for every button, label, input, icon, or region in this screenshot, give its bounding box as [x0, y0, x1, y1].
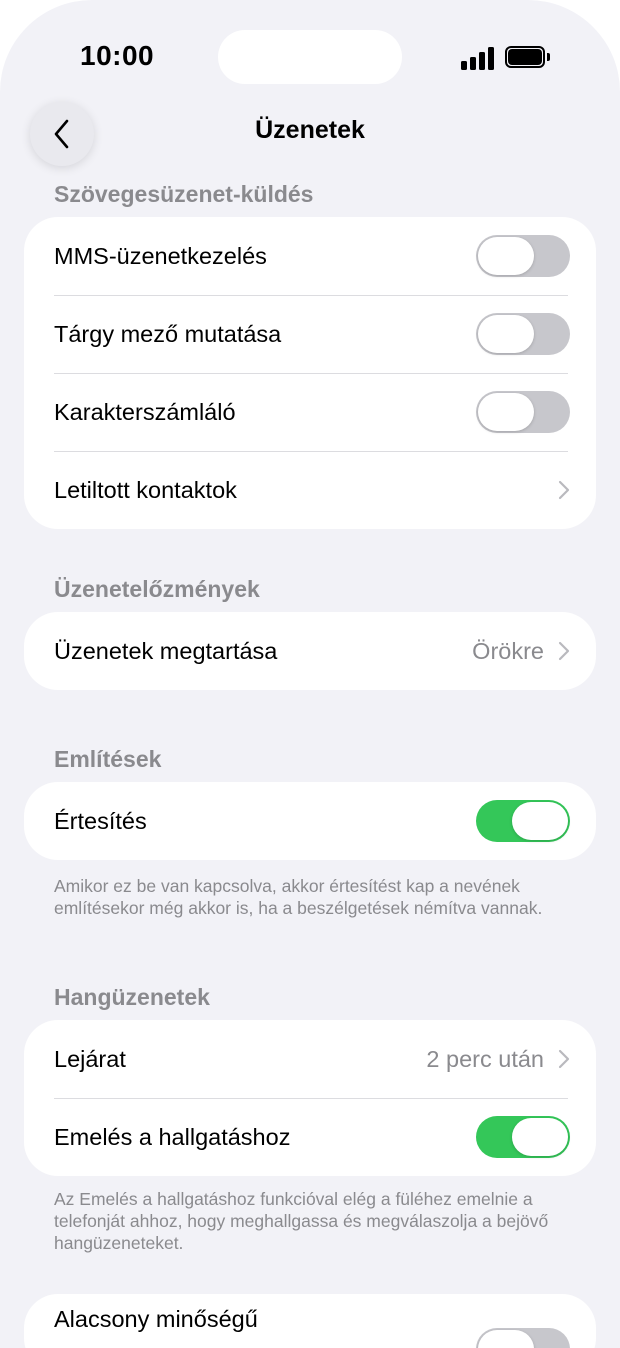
- raise-to-listen-toggle[interactable]: [476, 1116, 570, 1158]
- section-header-text-messaging: Szövegesüzenet-küldés: [54, 181, 314, 207]
- row-label: Értesítés: [54, 807, 147, 834]
- subject-field-toggle[interactable]: [476, 313, 570, 355]
- row-label: Alacsony minőségű: [54, 1306, 258, 1332]
- cellular-signal-icon: [461, 46, 495, 70]
- mms-toggle[interactable]: [476, 235, 570, 277]
- settings-group-text-messaging: MMS-üzenetkezelés Tárgy mező mutatása Ka…: [24, 217, 596, 529]
- chevron-right-icon: [558, 1049, 570, 1069]
- settings-group-mentions: Értesítés: [24, 782, 596, 860]
- mentions-footer-note: Amikor ez be van kapcsolva, akkor értesí…: [54, 876, 543, 918]
- status-time: 10:00: [80, 40, 155, 71]
- settings-row-keep-messages[interactable]: Üzenetek megtartása Örökre: [24, 612, 596, 690]
- settings-row-low-quality[interactable]: Alacsony minőségű: [24, 1294, 596, 1348]
- settings-group-audio: Lejárat 2 perc után Emelés a hallgatásho…: [24, 1020, 596, 1176]
- low-quality-toggle[interactable]: [476, 1328, 570, 1348]
- row-value: Örökre: [472, 637, 544, 664]
- settings-row-mms[interactable]: MMS-üzenetkezelés: [24, 217, 596, 295]
- character-count-toggle[interactable]: [476, 391, 570, 433]
- row-value: 2 perc után: [426, 1045, 544, 1072]
- row-label: MMS-üzenetkezelés: [54, 242, 267, 269]
- settings-row-subject-field[interactable]: Tárgy mező mutatása: [24, 295, 596, 373]
- chevron-right-icon: [558, 641, 570, 661]
- section-header-history: Üzenetelőzmények: [54, 576, 260, 602]
- section-header-mentions: Említések: [54, 746, 162, 772]
- audio-footer-note: Az Emelés a hallgatáshoz funkcióval elég…: [54, 1189, 549, 1253]
- settings-row-raise-to-listen[interactable]: Emelés a hallgatáshoz: [24, 1098, 596, 1176]
- settings-row-character-count[interactable]: Karakterszámláló: [24, 373, 596, 451]
- phone-screen: 10:00 Üzenetek Szövegesüzenet-küldés MMS…: [0, 0, 620, 1348]
- row-label: Karakterszámláló: [54, 398, 236, 425]
- chevron-right-icon: [558, 480, 570, 500]
- battery-icon: [505, 46, 550, 68]
- settings-group-history: Üzenetek megtartása Örökre: [24, 612, 596, 690]
- settings-row-notify[interactable]: Értesítés: [24, 782, 596, 860]
- settings-row-blocked-contacts[interactable]: Letiltott kontaktok: [24, 451, 596, 529]
- row-label: Letiltott kontaktok: [54, 476, 237, 503]
- settings-group-low-quality: Alacsony minőségű: [24, 1294, 596, 1348]
- dynamic-island: [218, 30, 402, 84]
- row-label: Tárgy mező mutatása: [54, 320, 282, 347]
- notify-toggle[interactable]: [476, 800, 570, 842]
- row-label: Emelés a hallgatáshoz: [54, 1123, 291, 1150]
- settings-row-expire[interactable]: Lejárat 2 perc után: [24, 1020, 596, 1098]
- section-header-audio: Hangüzenetek: [54, 984, 210, 1010]
- page-title: Üzenetek: [255, 116, 365, 144]
- row-label: Lejárat: [54, 1045, 126, 1072]
- row-label: Üzenetek megtartása: [54, 637, 278, 664]
